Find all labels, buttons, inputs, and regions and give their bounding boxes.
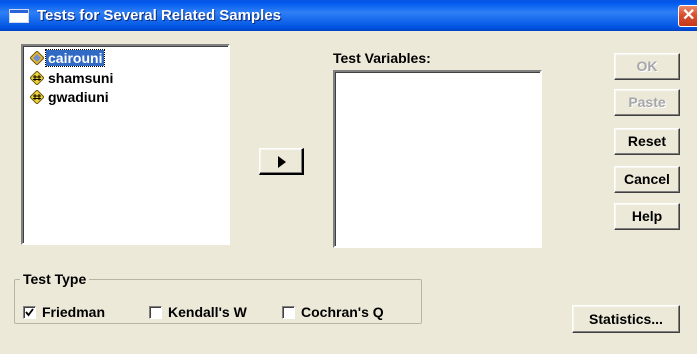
title-bar[interactable]: Tests for Several Related Samples ✕ <box>0 0 697 31</box>
checkbox-box[interactable] <box>149 305 162 319</box>
help-button[interactable]: Help <box>614 203 680 230</box>
checkbox-label: Cochran's Q <box>301 304 384 320</box>
checkbox-label: Friedman <box>42 304 106 320</box>
right-arrow-icon <box>278 156 286 168</box>
window-icon <box>9 9 29 23</box>
checkmark-icon <box>25 307 34 316</box>
scale-variable-icon <box>30 51 44 65</box>
move-variable-button[interactable] <box>259 148 304 175</box>
test-variables-list[interactable] <box>333 70 542 248</box>
scale-variable-icon <box>30 90 44 104</box>
variable-item-shamsuni[interactable]: shamsuni <box>30 69 115 87</box>
variable-label: gwadiuni <box>48 89 109 105</box>
test-type-legend: Test Type <box>20 270 90 288</box>
variable-item-gwadiuni[interactable]: gwadiuni <box>30 88 111 106</box>
source-variable-list[interactable]: cairouni shamsuni gwadiuni <box>21 44 230 245</box>
dialog-window: Tests for Several Related Samples ✕ cair… <box>0 0 697 354</box>
statistics-button[interactable]: Statistics... <box>572 305 680 333</box>
friedman-checkbox[interactable]: Friedman <box>23 304 105 320</box>
paste-button[interactable]: Paste <box>614 89 680 116</box>
close-button[interactable]: ✕ <box>678 5 697 27</box>
test-variables-label: Test Variables: <box>333 50 431 66</box>
variable-label: shamsuni <box>48 70 114 86</box>
window-title: Tests for Several Related Samples <box>37 7 281 24</box>
kendalls-w-checkbox[interactable]: Kendall's W <box>149 304 247 320</box>
variable-label: cairouni <box>44 49 106 67</box>
cancel-button[interactable]: Cancel <box>614 166 680 193</box>
checkbox-box[interactable] <box>23 305 36 319</box>
reset-button[interactable]: Reset <box>614 128 680 155</box>
scale-variable-icon <box>30 71 44 85</box>
ok-button[interactable]: OK <box>614 53 680 80</box>
checkbox-box[interactable] <box>282 305 295 319</box>
cochrans-q-checkbox[interactable]: Cochran's Q <box>282 304 384 320</box>
variable-item-cairouni[interactable]: cairouni <box>30 49 106 67</box>
checkbox-label: Kendall's W <box>168 304 247 320</box>
